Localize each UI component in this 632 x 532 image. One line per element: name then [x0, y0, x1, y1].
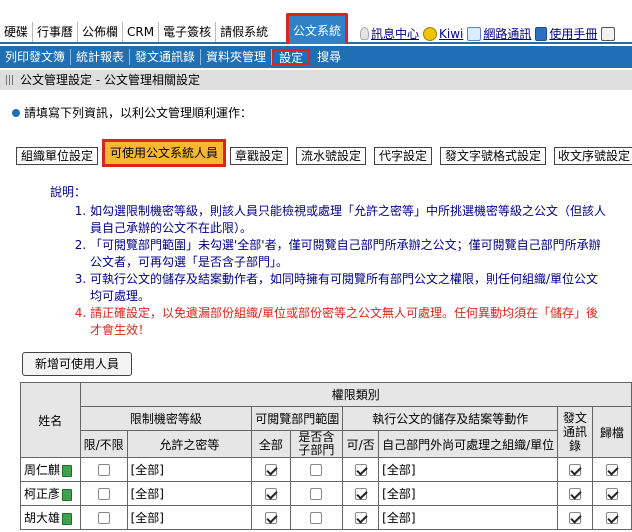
note-item-warning: 請正確設定，以免遺漏部份組織/單位或部份密等之公文無人可處理。任何異動均須在「儲… [90, 305, 610, 339]
allowed-level-header: 允許之密等 [126, 430, 253, 458]
stamp-settings-button[interactable]: 章戳設定 [230, 147, 288, 165]
tab-bulletin[interactable]: 公佈欄 [78, 22, 124, 42]
tab-calendar[interactable]: 行事曆 [33, 22, 79, 42]
explanation-list: 如勾選限制機密等級，則該人員只能檢視或處理「允許之密等」中所挑選機密等級之公文（… [50, 203, 610, 339]
view-all-checkbox[interactable] [264, 512, 277, 524]
explanation: 說明： 如勾選限制機密等級，則該人員只能檢視或處理「允許之密等」中所挑選機密等級… [50, 184, 610, 339]
table-row: 周仁麒 [全部] [全部] [20, 457, 632, 482]
send-addressbook-header: 發文通訊錄 [557, 406, 593, 458]
bullet-icon [12, 108, 20, 117]
limit-checkbox[interactable] [97, 512, 110, 524]
module-tabs: 硬碟 行事曆 公佈欄 CRM 電子簽核 請假系統 [0, 22, 272, 42]
can-header: 可/否 [342, 430, 380, 458]
tab-crm[interactable]: CRM [123, 22, 160, 42]
table-body: 周仁麒 [全部] [全部] 柯正彥 [全部] [全部] 胡大雄 [全部] [全部] [20, 457, 632, 530]
name-header: 姓名 [20, 382, 81, 458]
allowed-level-cell[interactable]: [全部] [126, 481, 253, 506]
tab-leave[interactable]: 請假系統 [216, 22, 272, 42]
allowed-level-cell[interactable]: [全部] [126, 457, 253, 482]
prefix-settings-button[interactable]: 代字設定 [374, 147, 432, 165]
limit-checkbox[interactable] [97, 488, 110, 500]
execute-checkbox[interactable] [354, 488, 367, 500]
all-header: 全部 [251, 430, 291, 458]
archive-checkbox[interactable] [605, 512, 618, 524]
include-sub-checkbox[interactable] [310, 464, 323, 476]
receipt-number-settings-button[interactable]: 收文序號設定 [554, 147, 632, 165]
menu-print-dispatch-book[interactable]: 列印發文簿 [0, 49, 72, 65]
other-units-cell[interactable]: [全部] [378, 457, 559, 482]
table-row: 胡大雄 [全部] [全部] [20, 505, 632, 530]
send-addressbook-checkbox[interactable] [568, 464, 581, 476]
sub-menu: 列印發文簿 統計報表 發文通訊錄 資料夾管理 設定 搜尋 [0, 46, 632, 68]
book-icon [535, 26, 548, 41]
utility-links: 訊息中心 Kiwi 網路通訊 使用手冊 [360, 25, 617, 42]
permission-type-header: 權限類別 [79, 382, 632, 407]
include-sub-checkbox[interactable] [310, 512, 323, 524]
execute-checkbox[interactable] [354, 512, 367, 524]
include-sub-header: 是否含子部門 [289, 430, 344, 458]
network-link[interactable]: 網路通訊 [467, 25, 531, 42]
window-icon[interactable] [601, 26, 616, 41]
send-addressbook-checkbox[interactable] [568, 512, 581, 524]
view-all-checkbox[interactable] [264, 488, 277, 500]
menu-settings[interactable]: 設定 [272, 49, 311, 65]
kiwi-icon [423, 26, 438, 41]
grip-icon [6, 75, 14, 85]
send-addressbook-checkbox[interactable] [568, 488, 581, 500]
dispatch-number-format-button[interactable]: 發文字號格式設定 [440, 147, 546, 165]
kiwi-link[interactable]: Kiwi [423, 26, 463, 41]
trash-icon[interactable] [62, 488, 73, 501]
instruction: 請填寫下列資訊，以利公文管理順利運作： [12, 104, 252, 121]
tab-document-system[interactable]: 公文系統 [286, 13, 348, 44]
org-unit-settings-button[interactable]: 組織單位設定 [16, 147, 98, 165]
archive-checkbox[interactable] [605, 464, 618, 476]
tab-drive[interactable]: 硬碟 [0, 22, 34, 42]
explanation-heading: 說明： [50, 185, 87, 199]
execute-header: 執行公文的儲存及結案等動作 [342, 406, 559, 431]
user-name: 胡大雄 [24, 511, 61, 525]
allowed-level-cell[interactable]: [全部] [126, 505, 253, 530]
permission-table: 姓名 權限類別 限制機密等級 可閱覽部門範圍 執行公文的儲存及結案等動作 發文通… [20, 382, 632, 530]
limit-header: 限/不限 [79, 430, 128, 458]
include-sub-checkbox[interactable] [310, 488, 323, 500]
note-item: 如勾選限制機密等級，則該人員只能檢視或處理「允許之密等」中所挑選機密等級之公文（… [90, 203, 610, 237]
menu-search[interactable]: 搜尋 [312, 49, 346, 65]
manual-link[interactable]: 使用手冊 [535, 25, 597, 42]
user-name: 柯正彥 [24, 487, 61, 501]
other-units-cell[interactable]: [全部] [378, 481, 559, 506]
message-center-link[interactable]: 訊息中心 [360, 25, 419, 42]
trash-icon[interactable] [62, 464, 73, 477]
archive-checkbox[interactable] [605, 488, 618, 500]
table-row: 柯正彥 [全部] [全部] [20, 481, 632, 506]
document-users-button[interactable]: 可使用公文系統人員 [102, 139, 226, 167]
other-units-header: 自己部門外尚可處理之組織/單位 [378, 430, 559, 458]
menu-dispatch-addressbook[interactable]: 發文通訊錄 [130, 49, 202, 65]
limit-checkbox[interactable] [97, 464, 110, 476]
network-icon [467, 26, 482, 41]
note-item: 「可閱覽部門範圍」未勾選'全部'者，僅可閱覽自己部門所承辦之公文；僅可閱覽自己部… [90, 237, 610, 271]
other-units-cell[interactable]: [全部] [378, 505, 559, 530]
view-scope-header: 可閱覽部門範圍 [251, 406, 344, 431]
execute-checkbox[interactable] [354, 464, 367, 476]
archive-header: 歸檔 [591, 406, 632, 458]
menu-folder-management[interactable]: 資料夾管理 [201, 49, 273, 65]
tab-e-sign[interactable]: 電子簽核 [159, 22, 217, 42]
menu-statistics[interactable]: 統計報表 [71, 49, 131, 65]
secret-level-header: 限制機密等級 [79, 406, 253, 431]
lightbulb-icon [360, 27, 369, 40]
user-name: 周仁麒 [24, 463, 61, 477]
view-all-checkbox[interactable] [264, 464, 277, 476]
page-title: 公文管理設定 - 公文管理相關設定 [0, 70, 632, 90]
add-user-button[interactable]: 新增可使用人員 [22, 352, 132, 376]
top-navigation: 硬碟 行事曆 公佈欄 CRM 電子簽核 請假系統 公文系統 訊息中心 Kiwi … [0, 0, 632, 44]
serial-number-settings-button[interactable]: 流水號設定 [296, 147, 366, 165]
note-item: 可執行公文的儲存及結案動作者，如同時擁有可閱覽所有部門公文之權限，則任何組織/單… [90, 271, 610, 305]
trash-icon[interactable] [62, 512, 73, 525]
